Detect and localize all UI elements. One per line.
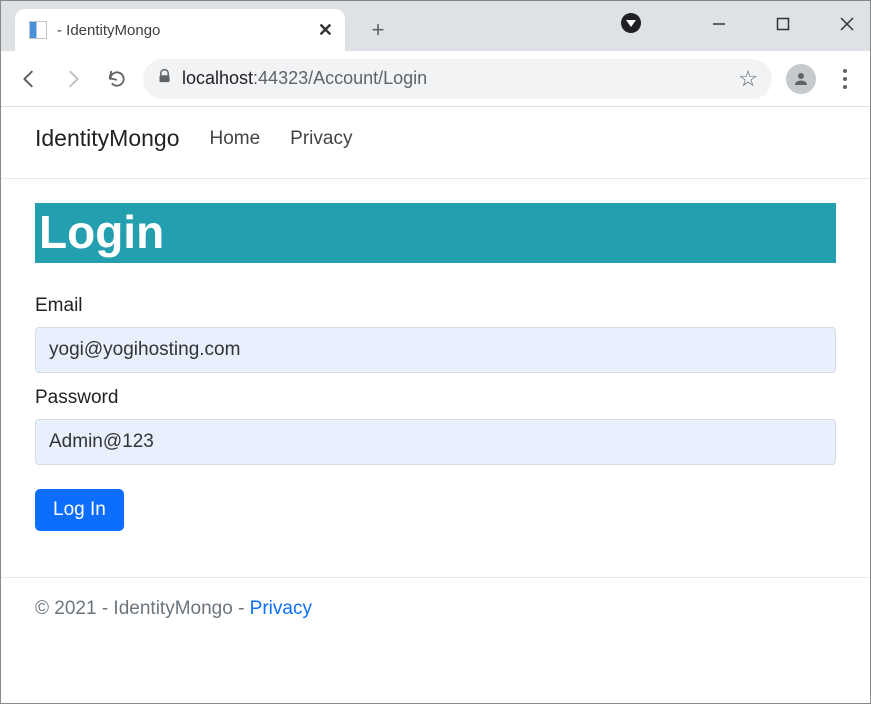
address-bar[interactable]: localhost:44323/Account/Login ☆ — [143, 59, 772, 99]
login-button[interactable]: Log In — [35, 489, 124, 531]
browser-tab[interactable]: - IdentityMongo ✕ — [15, 9, 345, 51]
nav-link-privacy[interactable]: Privacy — [290, 128, 352, 150]
login-form: Email Password Log In — [1, 271, 870, 541]
close-tab-icon[interactable]: ✕ — [318, 20, 333, 41]
window-controls — [704, 9, 862, 39]
minimize-icon[interactable] — [704, 9, 734, 39]
password-field[interactable] — [35, 419, 836, 465]
extension-icon[interactable] — [621, 13, 641, 33]
nav-link-home[interactable]: Home — [209, 128, 260, 150]
footer-privacy-link[interactable]: Privacy — [250, 598, 312, 619]
favicon-icon — [29, 21, 47, 39]
back-icon[interactable] — [11, 61, 47, 97]
close-window-icon[interactable] — [832, 9, 862, 39]
browser-menu-icon[interactable] — [830, 69, 860, 89]
maximize-icon[interactable] — [768, 9, 798, 39]
tab-title: - IdentityMongo — [57, 22, 160, 39]
site-brand[interactable]: IdentityMongo — [35, 125, 179, 152]
email-label: Email — [35, 295, 836, 317]
reload-icon[interactable] — [99, 61, 135, 97]
new-tab-button[interactable]: + — [363, 15, 393, 45]
password-label: Password — [35, 387, 836, 409]
profile-avatar-icon[interactable] — [786, 64, 816, 94]
forward-icon[interactable] — [55, 61, 91, 97]
omnibox-host: localhost — [182, 68, 253, 88]
site-footer: © 2021 - IdentityMongo - Privacy — [1, 577, 870, 640]
omnibox-url: localhost:44323/Account/Login — [182, 68, 728, 89]
footer-text: © 2021 - IdentityMongo - — [35, 598, 250, 619]
page-title: Login — [35, 203, 836, 263]
browser-tab-strip: - IdentityMongo ✕ + — [1, 1, 870, 51]
email-field[interactable] — [35, 327, 836, 373]
omnibox-path: :44323/Account/Login — [253, 68, 427, 88]
browser-toolbar: localhost:44323/Account/Login ☆ — [1, 51, 870, 107]
lock-icon — [157, 69, 172, 88]
bookmark-star-icon[interactable]: ☆ — [738, 66, 758, 92]
site-navbar: IdentityMongo Home Privacy — [1, 107, 870, 179]
page-content: IdentityMongo Home Privacy Login Email P… — [1, 107, 870, 640]
